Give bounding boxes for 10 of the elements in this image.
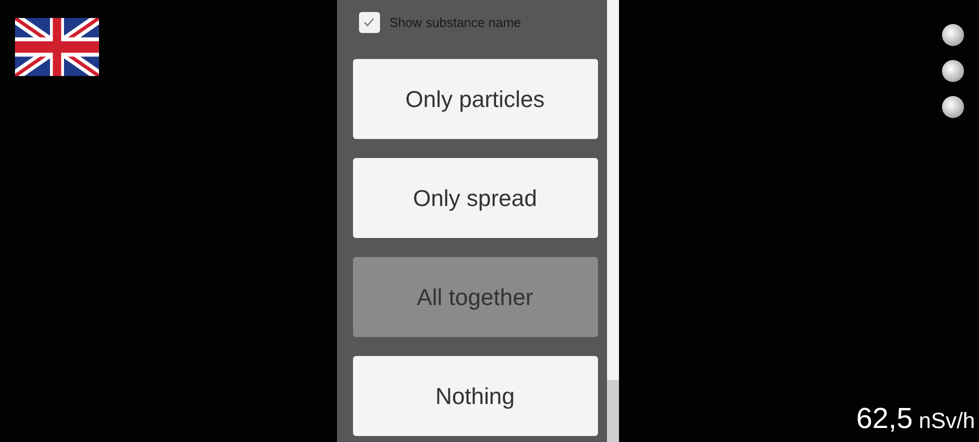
flag-icon[interactable]: [15, 18, 99, 76]
option-button[interactable]: Only particles: [352, 59, 598, 139]
dose-rate-unit: nSv/h: [918, 408, 975, 434]
option-button[interactable]: Only spread: [352, 158, 598, 238]
option-button[interactable]: Nothing: [352, 356, 598, 436]
menu-icon[interactable]: [942, 24, 964, 118]
option-button[interactable]: All together: [352, 257, 598, 337]
dose-rate-value: 62,5: [856, 403, 913, 436]
checkbox-label: Show substance name: [390, 14, 522, 30]
checkbox[interactable]: [358, 12, 380, 32]
